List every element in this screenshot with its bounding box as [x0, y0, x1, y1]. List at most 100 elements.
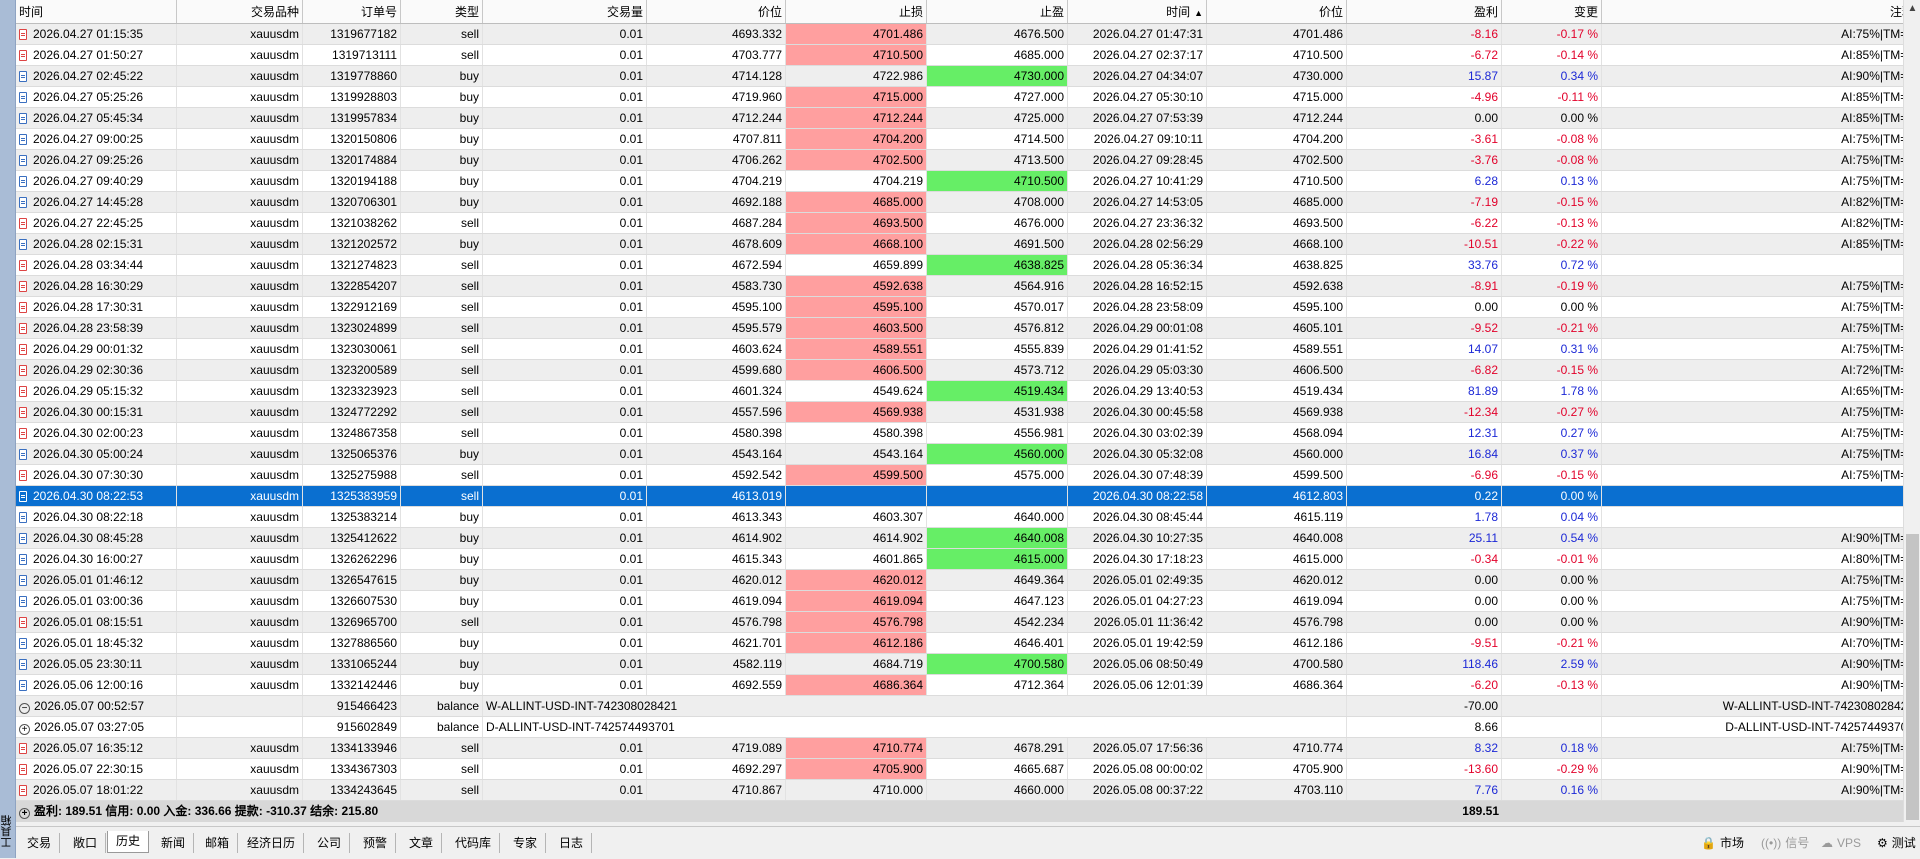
table-row[interactable]: 2026.04.29 00:01:32 xauusdm 1323030061 sell… — [16, 339, 1903, 360]
cell-price: 4557.596 — [647, 402, 786, 422]
table-row[interactable]: 2026.04.30 00:15:31 xauusdm 1324772292 sell… — [16, 402, 1903, 423]
cell-sl: 4710.500 — [786, 45, 927, 65]
table-row[interactable]: 2026.04.27 05:45:34 xauusdm 1319957834 buy 0… — [16, 108, 1903, 129]
cell-close_time: 2026.04.27 05:30:10 — [1068, 87, 1207, 107]
table-row[interactable]: 2026.04.27 01:15:35 xauusdm 1319677182 sell… — [16, 24, 1903, 45]
tab-11[interactable]: 日志 — [551, 833, 593, 853]
table-row[interactable]: 2026.04.27 14:45:28 xauusdm 1320706301 buy 0… — [16, 192, 1903, 213]
table-row[interactable]: 2026.04.27 02:45:22 xauusdm 1319778860 buy 0… — [16, 66, 1903, 87]
expand-icon[interactable]: + — [19, 808, 30, 819]
status-信号[interactable]: ((•)) 信号 — [1761, 833, 1809, 853]
tab-7[interactable]: 预警 — [355, 833, 397, 853]
cell-comment: AI:75%|TM=2 — [1602, 150, 1903, 170]
open-time-text: 2026.04.30 16:00:27 — [33, 552, 144, 566]
column-header-type[interactable]: 类型 — [401, 0, 483, 23]
table-row[interactable]: 2026.05.07 18:01:22 xauusdm 1334243645 sell… — [16, 780, 1903, 801]
vertical-scrollbar[interactable]: ▲ — [1903, 0, 1920, 822]
table-row[interactable]: 2026.04.27 22:45:25 xauusdm 1321038262 sell… — [16, 213, 1903, 234]
table-row[interactable]: 2026.04.30 08:22:53 xauusdm 1325383959 sell… — [16, 486, 1903, 507]
table-row[interactable]: 2026.04.29 05:15:32 xauusdm 1323323923 sell… — [16, 381, 1903, 402]
table-row[interactable]: 2026.04.27 09:40:29 xauusdm 1320194188 buy 0… — [16, 171, 1903, 192]
status-VPS[interactable]: ☁ VPS — [1821, 833, 1861, 853]
column-header-symbol[interactable]: 交易品种 — [177, 0, 303, 23]
table-row[interactable]: 2026.04.28 23:58:39 xauusdm 1323024899 sell… — [16, 318, 1903, 339]
table-row[interactable]: 2026.04.30 07:30:30 xauusdm 1325275988 sell… — [16, 465, 1903, 486]
cell-close_price: 4638.825 — [1207, 255, 1347, 275]
open-time-text: 2026.04.30 02:00:23 — [33, 426, 144, 440]
column-header-sl[interactable]: 止损 — [786, 0, 927, 23]
table-row[interactable]: 2026.04.30 02:00:23 xauusdm 1324867358 sell… — [16, 423, 1903, 444]
column-header-tp[interactable]: 止盈 — [927, 0, 1068, 23]
cell-comment: AI:75%|TM=2 — [1602, 171, 1903, 191]
table-row[interactable]: 2026.04.29 02:30:36 xauusdm 1323200589 sell… — [16, 360, 1903, 381]
table-row[interactable]: 2026.05.07 16:35:12 xauusdm 1334133946 sell… — [16, 738, 1903, 759]
open-time-text: 2026.05.07 00:52:57 — [34, 699, 145, 713]
cell-type: sell — [401, 465, 483, 485]
summary-row: + 盈利: 189.51 信用: 0.00 入金: 336.66 提款: -310… — [16, 801, 1903, 822]
cell-tp: 4691.500 — [927, 234, 1068, 254]
open-time-text: 2026.04.28 03:34:44 — [33, 258, 144, 272]
table-row[interactable]: 2026.05.01 01:46:12 xauusdm 1326547615 buy 0… — [16, 570, 1903, 591]
table-row[interactable]: 2026.05.05 23:30:11 xauusdm 1331065244 buy 0… — [16, 654, 1903, 675]
table-row[interactable]: 2026.05.01 08:15:51 xauusdm 1326965700 sell… — [16, 612, 1903, 633]
table-row[interactable]: 2026.05.07 22:30:15 xauusdm 1334367303 sell… — [16, 759, 1903, 780]
balance-row[interactable]: +2026.05.07 03:27:05 915602849 balance D-AL… — [16, 717, 1903, 738]
column-header-close_time[interactable]: 时间 ▲ — [1068, 0, 1207, 23]
column-header-change[interactable]: 变更 — [1502, 0, 1602, 23]
tab-10[interactable]: 专家 — [505, 833, 547, 853]
scroll-thumb[interactable] — [1906, 534, 1919, 820]
balance-row[interactable]: −2026.05.07 00:52:57 915466423 balance W-AL… — [16, 696, 1903, 717]
cell-comment: AI:65%|TM=2 — [1602, 381, 1903, 401]
table-row[interactable]: 2026.04.28 02:15:31 xauusdm 1321202572 buy 0… — [16, 234, 1903, 255]
column-header-comment[interactable]: 注释 — [1602, 0, 1903, 23]
tab-0[interactable]: 交易 — [19, 833, 61, 853]
cell-sl: 4619.094 — [786, 591, 927, 611]
cell-symbol: xauusdm — [177, 318, 303, 338]
tab-2[interactable]: 历史 — [107, 831, 150, 853]
cell-price: 4706.262 — [647, 150, 786, 170]
tab-6[interactable]: 公司 — [309, 833, 351, 853]
table-row[interactable]: 2026.04.27 01:50:27 xauusdm 1319713111 sell… — [16, 45, 1903, 66]
column-header-profit[interactable]: 盈利 — [1347, 0, 1502, 23]
tab-4[interactable]: 邮箱 — [197, 833, 239, 853]
cell-sl: 4686.364 — [786, 675, 927, 695]
column-header-price[interactable]: 价位 — [647, 0, 786, 23]
table-row[interactable]: 2026.04.30 08:22:18 xauusdm 1325383214 buy 0… — [16, 507, 1903, 528]
buy-order-icon — [19, 92, 27, 103]
column-header-close_price[interactable]: 价位 — [1207, 0, 1347, 23]
scroll-up-icon[interactable]: ▲ — [1904, 0, 1920, 17]
cell-close_time: 2026.04.27 02:37:17 — [1068, 45, 1207, 65]
tab-9[interactable]: 代码库 — [447, 833, 501, 853]
cell-symbol: xauusdm — [177, 108, 303, 128]
column-header-order[interactable]: 订单号 — [303, 0, 401, 23]
cell-comment: AI:90%|TM=2 — [1602, 759, 1903, 779]
table-row[interactable]: 2026.04.28 16:30:29 xauusdm 1322854207 sell… — [16, 276, 1903, 297]
tab-5[interactable]: 经济日历 — [239, 833, 305, 853]
table-row[interactable]: 2026.05.01 03:00:36 xauusdm 1326607530 buy 0… — [16, 591, 1903, 612]
status-市场[interactable]: 🔒 市场 — [1701, 833, 1744, 853]
cell-type: buy — [401, 66, 483, 86]
cell-order: 1326262296 — [303, 549, 401, 569]
table-row[interactable]: 2026.04.30 16:00:27 xauusdm 1326262296 buy 0… — [16, 549, 1903, 570]
tab-1[interactable]: 敞口 — [65, 833, 107, 853]
table-row[interactable]: 2026.04.27 09:00:25 xauusdm 1320150806 buy 0… — [16, 129, 1903, 150]
table-row[interactable]: 2026.04.27 05:25:26 xauusdm 1319928803 buy 0… — [16, 87, 1903, 108]
table-row[interactable]: 2026.04.27 09:25:26 xauusdm 1320174884 buy 0… — [16, 150, 1903, 171]
table-row[interactable]: 2026.05.01 18:45:32 xauusdm 1327886560 buy 0… — [16, 633, 1903, 654]
tab-3[interactable]: 新闻 — [153, 833, 195, 853]
table-row[interactable]: 2026.05.06 12:00:16 xauusdm 1332142446 buy 0… — [16, 675, 1903, 696]
cell-sl: 4599.500 — [786, 465, 927, 485]
cell-profit: 8.66 — [1347, 717, 1502, 737]
status-测试[interactable]: ⚙ 测试 — [1877, 833, 1916, 853]
column-header-open_time[interactable]: 时间 — [16, 0, 177, 23]
sort-ascending-icon: ▲ — [1194, 8, 1203, 18]
column-header-volume[interactable]: 交易量 — [483, 0, 647, 23]
cloud-icon: ☁ — [1821, 836, 1833, 850]
cell-tp: 4640.000 — [927, 507, 1068, 527]
tab-8[interactable]: 文章 — [401, 833, 443, 853]
cell-change: -0.15 % — [1502, 192, 1602, 212]
table-row[interactable]: 2026.04.28 03:34:44 xauusdm 1321274823 sell… — [16, 255, 1903, 276]
table-row[interactable]: 2026.04.28 17:30:31 xauusdm 1322912169 sell… — [16, 297, 1903, 318]
table-row[interactable]: 2026.04.30 05:00:24 xauusdm 1325065376 buy 0… — [16, 444, 1903, 465]
table-row[interactable]: 2026.04.30 08:45:28 xauusdm 1325412622 buy 0… — [16, 528, 1903, 549]
